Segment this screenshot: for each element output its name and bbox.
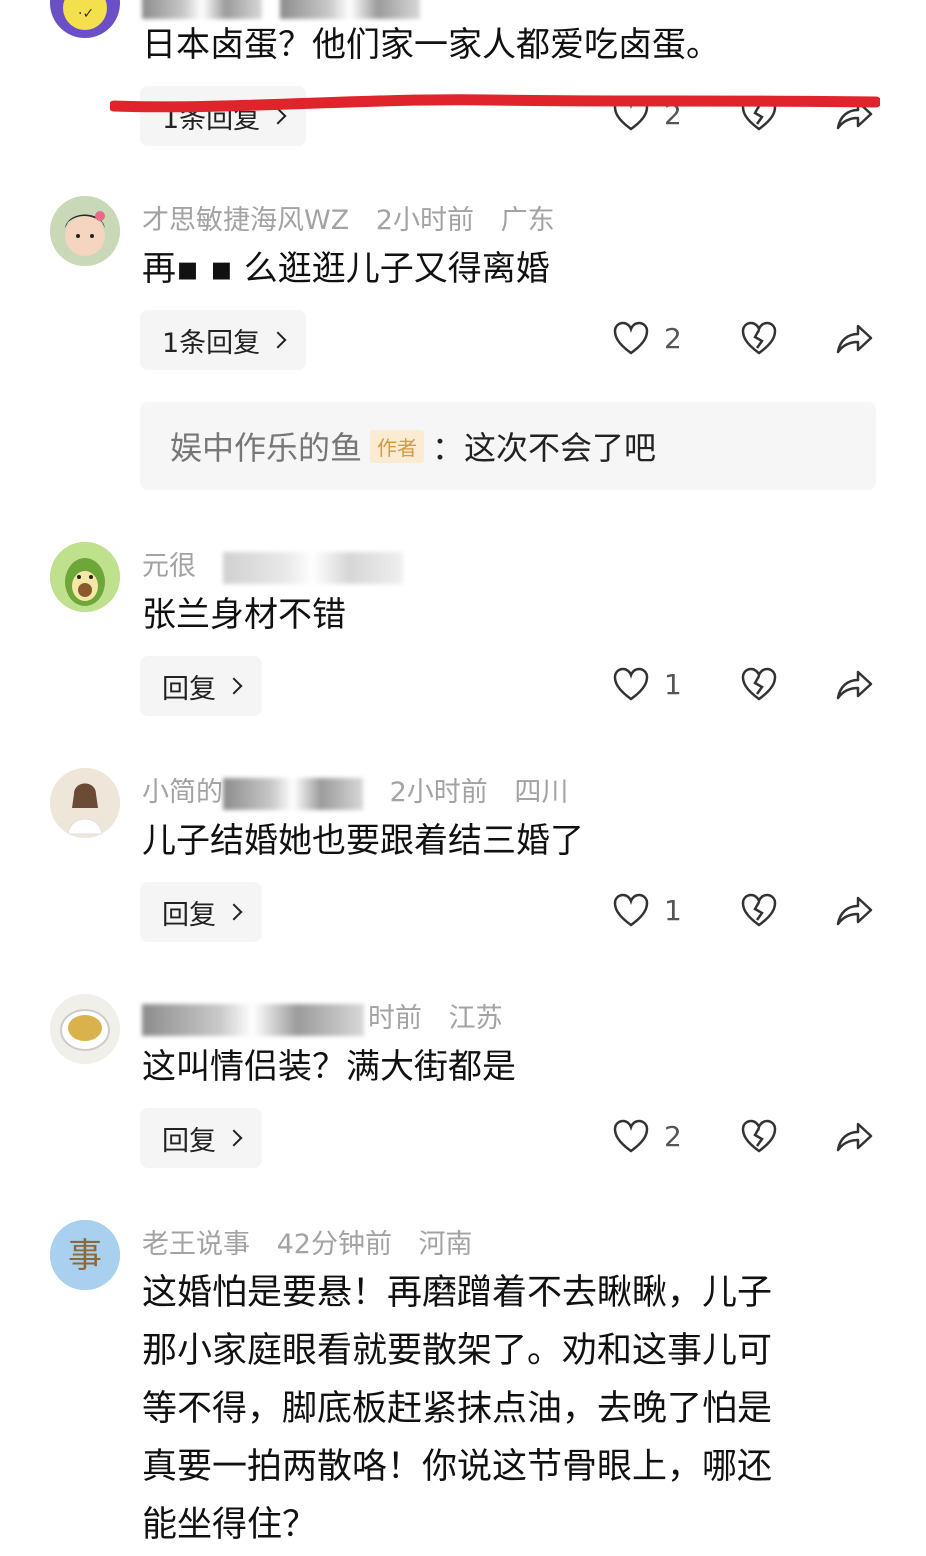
author-reply-preview[interactable]: 娱中作乐的鱼 作者 ：这次不会了吧 (140, 402, 876, 490)
broken-heart-icon (741, 1119, 777, 1153)
share-button[interactable] (834, 892, 874, 932)
username[interactable]: 才思敏捷海风WZ (142, 205, 349, 236)
timestamp: 时前 (368, 1003, 422, 1034)
like-button[interactable]: 2 (612, 1118, 682, 1154)
obscured-meta (222, 551, 403, 584)
comment-actions: 2 (612, 310, 882, 370)
like-button[interactable]: 1 (612, 666, 682, 702)
timestamp: 42分钟前 (276, 1229, 392, 1260)
username[interactable]: 老王说事 (142, 1229, 250, 1260)
dislike-button[interactable] (740, 666, 778, 706)
share-button[interactable] (834, 320, 874, 360)
location: 江苏 (448, 1003, 503, 1034)
avatar[interactable]: ·✓ (50, 0, 120, 38)
comment-text: 这婚怕是要悬！再磨蹭着不去瞅瞅，儿子 那小家庭眼看就要散架了。劝和这事儿可 等不… (142, 1264, 882, 1554)
comment-line: 等不得，脚底板赶紧抹点油，去晚了怕是 (142, 1389, 773, 1429)
share-arrow-icon (836, 896, 873, 926)
comment-line: 那小家庭眼看就要散架了。劝和这事儿可 (142, 1331, 773, 1371)
like-count: 1 (664, 667, 682, 701)
comment-meta: 元很 (142, 544, 421, 584)
comment-line: 真要一拍两散咯！你说这节骨眼上，哪还 (142, 1447, 773, 1487)
avatar[interactable] (50, 542, 120, 612)
dislike-button[interactable] (740, 1118, 778, 1158)
location: 四川 (514, 777, 569, 808)
share-arrow-icon (836, 1122, 873, 1152)
author-reply-text: ：这次不会了吧 (432, 429, 657, 467)
comment-text: 再▪ ▪ 么逛逛儿子又得离婚 (142, 249, 550, 289)
heart-outline-icon (613, 1119, 649, 1153)
comment-actions: 2 (612, 1108, 882, 1168)
like-count: 1 (664, 893, 682, 927)
comment-text: 这叫情侣装？满大街都是 (142, 1047, 516, 1087)
author-badge: 作者 (370, 429, 425, 463)
comment-meta: 才思敏捷海风WZ 2小时前 广东 (142, 198, 573, 237)
like-button[interactable]: 2 (612, 320, 682, 356)
svg-text:事: 事 (68, 1236, 102, 1276)
username[interactable]: 元很 (142, 551, 196, 582)
obscured-username (223, 777, 363, 810)
reply-button[interactable]: 回复 (140, 1108, 262, 1168)
timestamp: 2小时前 (375, 205, 474, 236)
avatar[interactable] (50, 196, 120, 266)
like-count: 2 (664, 1119, 682, 1153)
comment-line: 能坐得住？ (142, 1505, 318, 1545)
obscured-username (142, 1003, 364, 1036)
share-arrow-icon (836, 324, 873, 354)
annotation-underline (110, 94, 880, 113)
location: 广东 (500, 205, 555, 236)
comment-text: 日本卤蛋？他们家一家人都爱吃卤蛋。 (142, 25, 720, 65)
reply-label: 回复 (162, 1125, 216, 1157)
broken-heart-icon (741, 893, 777, 927)
comment-meta: 小简的 2小时前 四川 (142, 770, 586, 810)
broken-heart-icon (741, 667, 777, 701)
comment-actions: 1 (612, 882, 882, 942)
share-button[interactable] (834, 1118, 874, 1158)
chevron-right-icon (225, 677, 243, 695)
chevron-right-icon (269, 331, 287, 349)
username[interactable]: 小简的 (142, 777, 223, 808)
like-button[interactable]: 1 (612, 892, 682, 928)
avatar[interactable]: 事 (50, 1220, 120, 1290)
comment-meta: 时前 江苏 (142, 996, 521, 1036)
avatar[interactable] (50, 768, 120, 838)
share-button[interactable] (834, 666, 874, 706)
dislike-button[interactable] (740, 892, 778, 932)
dislike-button[interactable] (740, 320, 778, 360)
timestamp: 2小时前 (389, 777, 488, 808)
share-arrow-icon (836, 670, 873, 700)
heart-outline-icon (613, 667, 649, 701)
reply-button[interactable]: 回复 (140, 882, 262, 942)
comment-text: 张兰身材不错 (142, 595, 346, 635)
svg-text:·✓: ·✓ (78, 6, 94, 22)
heart-outline-icon (613, 893, 649, 927)
like-count: 2 (664, 321, 682, 355)
chevron-right-icon (225, 903, 243, 921)
reply-button[interactable]: 回复 (140, 656, 262, 716)
reply-count-label: 1条回复 (162, 327, 261, 359)
broken-heart-icon (741, 321, 777, 355)
location: 河南 (418, 1229, 473, 1260)
reply-count-button[interactable]: 1条回复 (140, 310, 307, 370)
reply-label: 回复 (162, 899, 216, 931)
reply-label: 回复 (162, 673, 216, 705)
avatar[interactable] (50, 994, 120, 1064)
comment-actions: 1 (612, 656, 882, 716)
comment-line: 这婚怕是要悬！再磨蹭着不去瞅瞅，儿子 (142, 1273, 773, 1313)
comment-text: 儿子结婚她也要跟着结三婚了 (142, 821, 584, 861)
comment-meta: 老王说事 42分钟前 河南 (142, 1222, 491, 1261)
chevron-right-icon (225, 1129, 243, 1147)
heart-outline-icon (613, 321, 649, 355)
author-name[interactable]: 娱中作乐的鱼 (170, 423, 362, 469)
